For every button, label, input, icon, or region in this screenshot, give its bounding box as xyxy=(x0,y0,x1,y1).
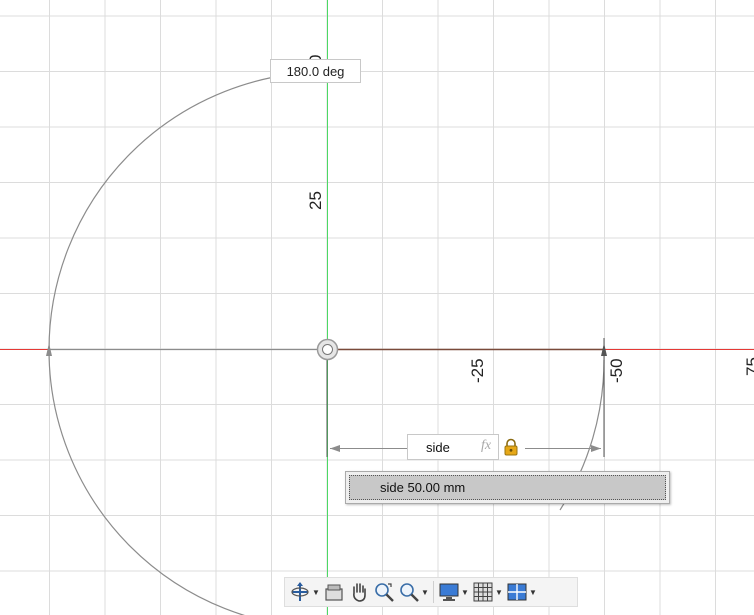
sketch-arc xyxy=(48,71,328,615)
axis-label-neg50: -50 xyxy=(607,358,626,383)
orbit-button[interactable]: ▼ xyxy=(289,579,320,605)
origin-point-inner xyxy=(322,344,333,355)
axis-label-75: 75 xyxy=(743,357,754,376)
fx-button[interactable]: fx xyxy=(481,438,491,454)
navigation-toolbar: ▼ ▼ ▼ ▼ ▼ xyxy=(284,577,578,607)
zoom-button[interactable] xyxy=(373,579,395,605)
autocomplete-item-side[interactable]: side 50.00 mm xyxy=(349,475,666,500)
axis-label-25: 25 xyxy=(306,191,325,210)
look-at-icon xyxy=(325,584,343,601)
dimension-arrow-left xyxy=(330,445,340,452)
viewports-button[interactable]: ▼ xyxy=(506,579,537,605)
display-settings-icon xyxy=(439,583,459,601)
lock-icon[interactable] xyxy=(503,438,519,456)
axis-label-neg25: -25 xyxy=(468,358,487,383)
chevron-down-icon[interactable]: ▼ xyxy=(312,588,320,597)
toolbar-separator xyxy=(433,581,434,603)
dimension-arrow-right xyxy=(591,445,601,452)
look-at-button[interactable] xyxy=(323,579,345,605)
grid-snaps-icon xyxy=(473,582,493,602)
chevron-down-icon[interactable]: ▼ xyxy=(495,588,503,597)
display-settings-button[interactable]: ▼ xyxy=(438,579,469,605)
angle-dimension-label[interactable]: 180.0 deg xyxy=(270,59,361,83)
chevron-down-icon[interactable]: ▼ xyxy=(529,588,537,597)
zoom-icon xyxy=(375,583,394,602)
fit-zoom-icon xyxy=(400,583,419,602)
pan-hand-icon xyxy=(353,583,366,602)
orbit-icon xyxy=(291,582,309,601)
viewports-icon xyxy=(507,583,527,601)
chevron-down-icon[interactable]: ▼ xyxy=(421,588,429,597)
autocomplete-dropdown: side 50.00 mm xyxy=(345,471,670,504)
dimension-value-input[interactable] xyxy=(412,438,488,456)
chevron-down-icon[interactable]: ▼ xyxy=(461,588,469,597)
sketch-geometry xyxy=(0,0,754,615)
fit-button[interactable]: ▼ xyxy=(398,579,429,605)
pan-button[interactable] xyxy=(348,579,370,605)
dimension-input-box[interactable]: fx xyxy=(407,434,499,460)
grid-snaps-button[interactable]: ▼ xyxy=(472,579,503,605)
